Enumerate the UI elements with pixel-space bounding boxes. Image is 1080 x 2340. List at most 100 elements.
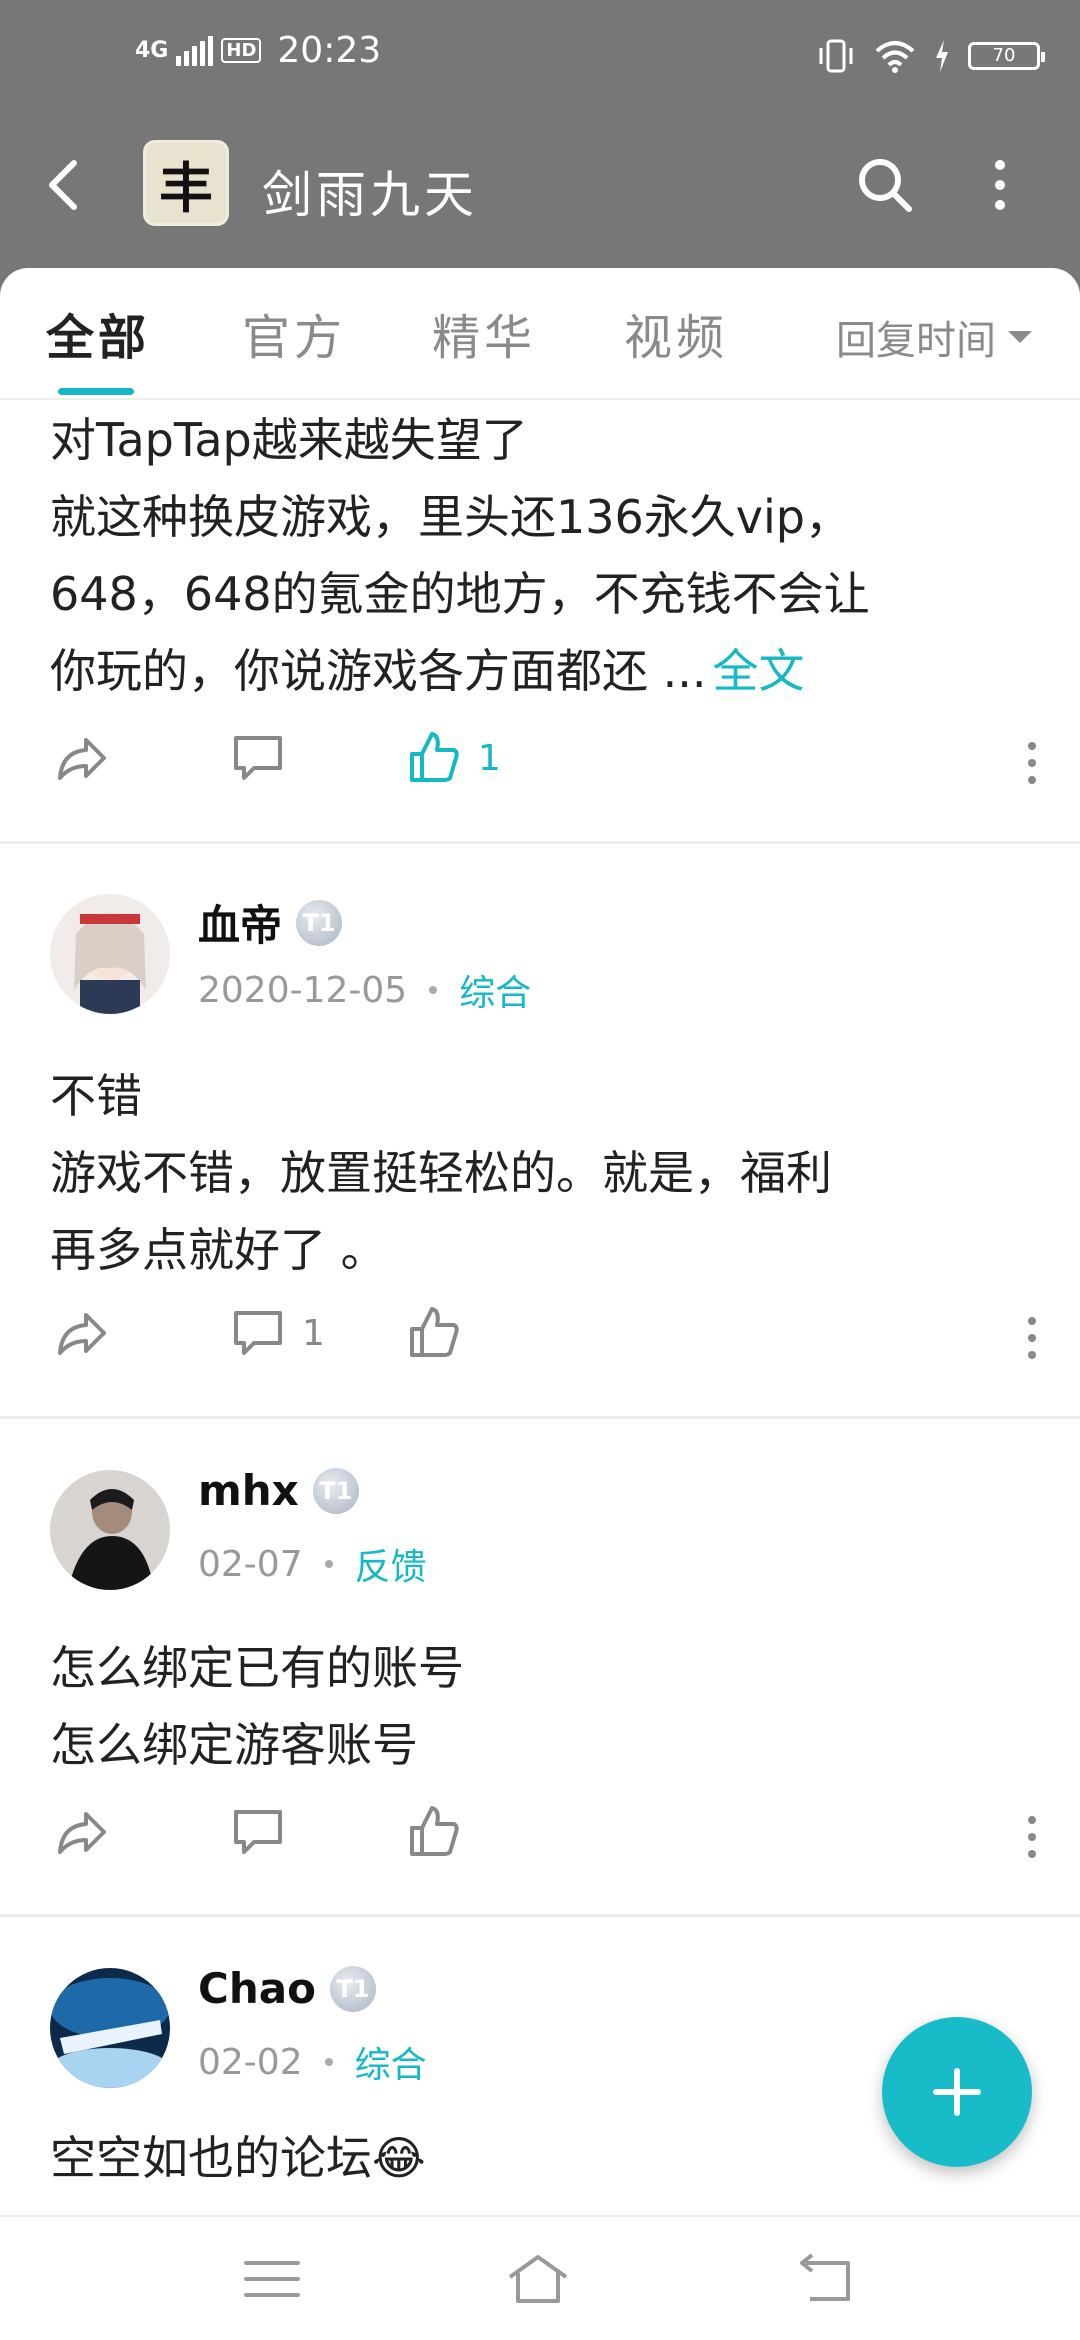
post-body[interactable]: 空空如也的论坛😂 xyxy=(50,2120,1040,2197)
more-vertical-icon[interactable] xyxy=(985,155,1015,215)
post-actions xyxy=(0,1802,1080,1872)
post-category[interactable]: 综合 xyxy=(459,964,531,1016)
thumbs-up-icon xyxy=(410,732,459,782)
avatar[interactable] xyxy=(50,1470,170,1590)
post-line: 怎么绑定游客账号 xyxy=(50,1718,418,1772)
tab-official[interactable]: 官方 xyxy=(242,298,346,368)
battery-icon: 70 xyxy=(968,42,1045,70)
comment-icon xyxy=(234,1311,282,1355)
post-divider xyxy=(0,1416,1080,1419)
post-line: 不错 xyxy=(50,1069,142,1123)
comment-button[interactable] xyxy=(228,1802,302,1862)
user-name-text: 血帝 xyxy=(198,901,283,950)
post-line: 再多点就好了 。 xyxy=(50,1223,387,1277)
post-divider xyxy=(0,1914,1080,1917)
game-icon[interactable]: 丰 xyxy=(143,140,229,226)
hd-badge: HD xyxy=(221,38,262,63)
status-bar: 4G HD 20:23 70 xyxy=(0,0,1080,115)
user-name-text: Chao xyxy=(198,1964,316,2013)
page-title: 剑雨九天 xyxy=(262,166,478,224)
share-icon xyxy=(58,1313,106,1355)
menu-icon[interactable] xyxy=(240,2249,304,2309)
signal-icon xyxy=(176,35,214,66)
clock: 20:23 xyxy=(277,30,382,71)
status-left: 4G HD 20:23 xyxy=(135,30,381,71)
status-right: 70 xyxy=(816,38,1045,74)
return-icon[interactable] xyxy=(792,2249,856,2309)
share-button[interactable] xyxy=(52,728,112,788)
like-count: 1 xyxy=(478,737,501,779)
separator-dot xyxy=(324,1560,333,1568)
post-category[interactable]: 反馈 xyxy=(355,1538,427,1590)
user-name[interactable]: mhx T1 xyxy=(198,1466,359,1515)
sort-dropdown[interactable]: 回复时间 xyxy=(836,308,1032,366)
network-type: 4G xyxy=(135,37,169,63)
search-icon[interactable] xyxy=(855,155,915,215)
like-button[interactable] xyxy=(404,1802,478,1862)
like-button[interactable] xyxy=(404,1303,478,1363)
tab-indicator xyxy=(58,388,134,395)
tab-bar: 全部 官方 精华 视频 回复时间 xyxy=(0,268,1080,400)
post-line: 游戏不错，放置挺轻松的。就是，福利 xyxy=(50,1146,832,1200)
user-name-text: mhx xyxy=(198,1466,299,1515)
comment-button[interactable] xyxy=(228,728,302,788)
post-actions: 1 xyxy=(0,1303,1080,1373)
post-line: 你玩的，你说游戏各方面都还 ... 全文 xyxy=(50,633,1040,710)
tab-featured[interactable]: 精华 xyxy=(432,298,536,368)
user-name[interactable]: Chao T1 xyxy=(198,1964,376,2013)
post-line: 648，648的氪金的地方，不充钱不会让 xyxy=(50,567,870,621)
avatar[interactable] xyxy=(50,1968,170,2088)
share-icon xyxy=(58,1812,106,1854)
level-badge: T1 xyxy=(296,899,343,946)
comment-button[interactable]: 1 xyxy=(228,1303,325,1363)
tab-video[interactable]: 视频 xyxy=(624,298,728,368)
back-icon[interactable] xyxy=(40,155,90,215)
full-text-link[interactable]: 全文 xyxy=(713,644,805,698)
post-date: 02-07 xyxy=(198,1543,303,1585)
post-date: 2020-12-05 xyxy=(198,969,408,1011)
post-category[interactable]: 综合 xyxy=(355,2036,427,2088)
post-body[interactable]: 对TapTap越来越失望了 就这种换皮游戏，里头还136永久vip， 648，6… xyxy=(50,402,1040,710)
comment-count: 1 xyxy=(302,1312,325,1354)
plus-icon xyxy=(933,2068,981,2116)
post-line: 空空如也的论坛😂 xyxy=(50,2131,426,2185)
chevron-down-icon xyxy=(1008,331,1032,343)
share-button[interactable] xyxy=(52,1802,112,1862)
like-button[interactable]: 1 xyxy=(404,728,501,788)
more-vertical-icon[interactable] xyxy=(1024,1812,1040,1862)
more-vertical-icon[interactable] xyxy=(1024,1313,1040,1363)
post-actions: 1 xyxy=(0,728,1080,798)
level-badge: T1 xyxy=(312,1467,359,1514)
charging-icon xyxy=(936,40,948,72)
post-body[interactable]: 不错 游戏不错，放置挺轻松的。就是，福利 再多点就好了 。 xyxy=(50,1058,1040,1289)
thumbs-up-icon xyxy=(410,1307,459,1357)
post-date: 02-02 xyxy=(198,2041,303,2083)
forum-sheet: 全部 官方 精华 视频 回复时间 对TapTap越来越失望了 就这种换皮游戏，里… xyxy=(0,268,1080,2215)
home-icon[interactable] xyxy=(506,2249,570,2309)
tab-all[interactable]: 全部 xyxy=(46,298,150,368)
post-divider xyxy=(0,841,1080,844)
post-meta: 2020-12-05 综合 xyxy=(198,964,531,1016)
comment-icon xyxy=(234,736,282,780)
sort-label: 回复时间 xyxy=(836,318,996,364)
post-line: 对TapTap越来越失望了 xyxy=(50,413,528,467)
new-post-button[interactable] xyxy=(882,2017,1032,2167)
post-line-text: 你玩的，你说游戏各方面都还 ... xyxy=(50,644,707,698)
app-bar: 丰 剑雨九天 xyxy=(0,115,1080,265)
comment-icon xyxy=(234,1810,282,1854)
separator-dot xyxy=(324,2058,333,2066)
post-meta: 02-07 反馈 xyxy=(198,1538,427,1590)
share-button[interactable] xyxy=(52,1303,112,1363)
wifi-icon xyxy=(875,41,915,73)
more-vertical-icon[interactable] xyxy=(1024,738,1040,788)
post-body[interactable]: 怎么绑定已有的账号 怎么绑定游客账号 xyxy=(50,1630,1040,1784)
separator-dot xyxy=(429,986,438,994)
thumbs-up-icon xyxy=(410,1806,459,1856)
vibrate-icon xyxy=(819,39,853,73)
avatar[interactable] xyxy=(50,894,170,1014)
system-nav-bar xyxy=(0,2215,1080,2340)
user-name[interactable]: 血帝 T1 xyxy=(198,892,343,953)
post-line: 怎么绑定已有的账号 xyxy=(50,1641,464,1695)
share-icon xyxy=(58,738,106,780)
post-meta: 02-02 综合 xyxy=(198,2036,427,2088)
